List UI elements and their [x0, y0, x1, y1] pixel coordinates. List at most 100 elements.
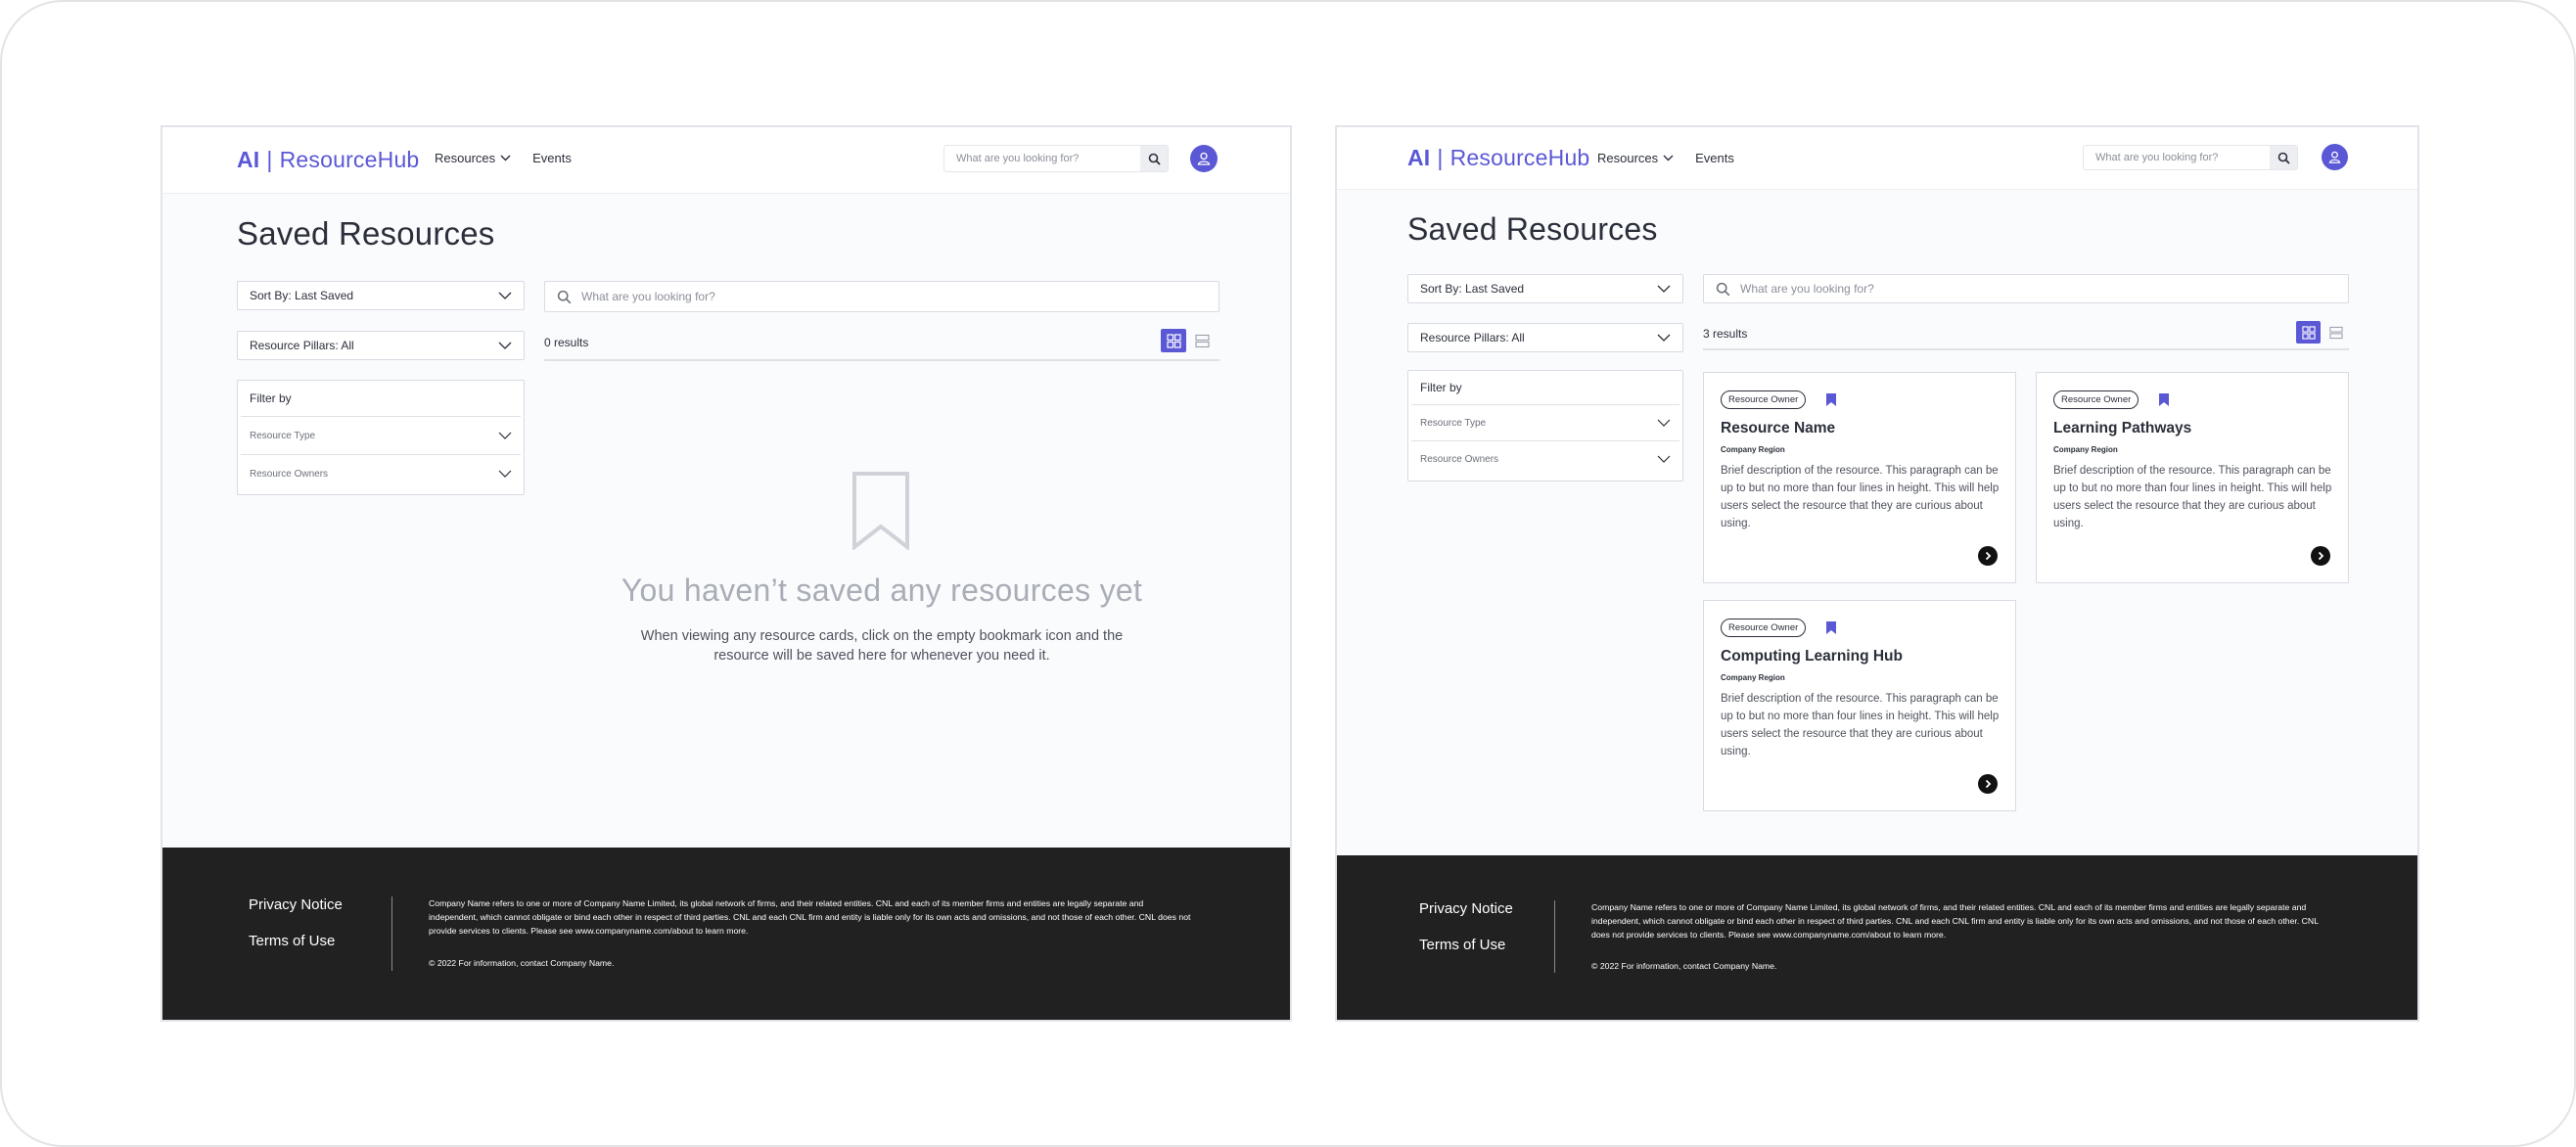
privacy-notice-link[interactable]: Privacy Notice — [1419, 900, 1513, 917]
page-title: Saved Resources — [237, 215, 495, 252]
arrow-right-icon — [1985, 779, 1992, 789]
list-view-button[interactable] — [1190, 329, 1214, 352]
chevron-down-icon — [498, 292, 512, 299]
grid-view-button[interactable] — [2296, 321, 2321, 344]
footer-divider — [1554, 900, 1555, 973]
site-header: AI | ResourceHub Resources Events What a… — [1337, 127, 2417, 190]
chevron-down-icon — [498, 342, 512, 349]
brand-ai: AI — [1407, 145, 1431, 170]
user-icon — [2328, 151, 2341, 163]
filter-heading: Filter by — [250, 391, 292, 405]
pillars-select-value: Resource Pillars: All — [1420, 331, 1525, 344]
arrow-right-icon — [2318, 551, 2324, 561]
header-search[interactable]: What are you looking for? — [2083, 145, 2298, 170]
pillars-select-value: Resource Pillars: All — [250, 339, 354, 352]
resource-card[interactable]: Resource Owner Learning Pathways Company… — [2036, 372, 2349, 583]
bookmark-icon[interactable] — [1826, 393, 1836, 406]
filter-resource-type-label: Resource Type — [250, 430, 316, 441]
bookmark-icon[interactable] — [1826, 621, 1836, 634]
nav-resources[interactable]: Resources — [435, 151, 511, 165]
sort-select[interactable]: Sort By: Last Saved — [237, 281, 525, 310]
chevron-down-icon — [498, 470, 512, 478]
resource-search-input[interactable]: What are you looking for? — [544, 281, 1219, 312]
site-footer: Privacy Notice Terms of Use Company Name… — [1337, 855, 2417, 1020]
header-search-input[interactable]: What are you looking for? — [944, 153, 1140, 164]
view-toggle — [1161, 329, 1214, 352]
resource-name: Resource Name — [1721, 420, 1836, 436]
open-resource-button[interactable] — [2311, 546, 2330, 566]
footer-links: Privacy Notice Terms of Use — [249, 896, 343, 969]
nav-events-label: Events — [532, 151, 572, 165]
footer-legal-text: Company Name refers to one or more of Co… — [429, 898, 1191, 936]
chevron-down-icon — [1657, 455, 1671, 463]
resource-card[interactable]: Resource Owner Resource Name Company Reg… — [1703, 372, 2016, 583]
bookmark-icon[interactable] — [2159, 393, 2169, 406]
site-footer: Privacy Notice Terms of Use Company Name… — [162, 848, 1290, 1020]
filter-resource-owners-label: Resource Owners — [250, 468, 329, 480]
header-search-button[interactable] — [1140, 146, 1168, 171]
arrow-right-icon — [1985, 551, 1992, 561]
terms-of-use-link[interactable]: Terms of Use — [1419, 937, 1513, 953]
footer-copyright: © 2022 For information, contact Company … — [429, 958, 615, 968]
nav-events[interactable]: Events — [532, 151, 572, 165]
resource-owner-badge: Resource Owner — [2053, 390, 2139, 409]
filter-heading: Filter by — [1420, 381, 1462, 394]
chevron-down-icon — [1663, 155, 1674, 161]
brand-logo[interactable]: AI | ResourceHub — [237, 147, 419, 173]
nav-resources[interactable]: Resources — [1597, 151, 1674, 165]
chevron-down-icon — [500, 155, 511, 161]
nav-events-label: Events — [1695, 151, 1734, 165]
sort-select[interactable]: Sort By: Last Saved — [1407, 274, 1683, 303]
brand-separator: | — [266, 147, 273, 172]
results-count: 3 results — [1703, 327, 1748, 341]
list-view-button[interactable] — [2324, 321, 2348, 344]
site-header: AI | ResourceHub Resources Events What a… — [162, 127, 1290, 194]
resource-owner-badge: Resource Owner — [1721, 619, 1807, 637]
filter-resource-owners[interactable]: Resource Owners — [241, 454, 521, 492]
empty-state-heading: You haven’t saved any resources yet — [621, 573, 1143, 608]
saved-resources-populated-screen: AI | ResourceHub Resources Events What a… — [1335, 125, 2419, 1022]
filter-resource-type[interactable]: Resource Type — [1411, 404, 1679, 440]
resource-card[interactable]: Resource Owner Computing Learning Hub Co… — [1703, 600, 2016, 811]
chevron-down-icon — [498, 432, 512, 439]
chevron-down-icon — [1657, 419, 1671, 427]
filter-resource-owners-label: Resource Owners — [1420, 453, 1499, 465]
footer-copyright: © 2022 For information, contact Company … — [1591, 961, 1777, 971]
privacy-notice-link[interactable]: Privacy Notice — [249, 896, 343, 913]
brand-ai: AI — [237, 147, 260, 172]
resource-region: Company Region — [1721, 673, 1785, 682]
brand-logo[interactable]: AI | ResourceHub — [1407, 145, 1589, 171]
resource-region: Company Region — [1721, 445, 1785, 454]
sort-select-value: Sort By: Last Saved — [1420, 282, 1525, 296]
brand-separator: | — [1437, 145, 1444, 170]
results-count: 0 results — [544, 336, 589, 349]
header-search-button[interactable] — [2270, 146, 2297, 169]
resource-owner-badge: Resource Owner — [1721, 390, 1807, 409]
resource-description: Brief description of the resource. This … — [1721, 693, 2000, 757]
header-search[interactable]: What are you looking for? — [943, 145, 1169, 172]
filter-resource-owners[interactable]: Resource Owners — [1411, 440, 1679, 477]
pillars-select[interactable]: Resource Pillars: All — [1407, 323, 1683, 352]
search-icon — [1148, 153, 1161, 165]
resource-search-placeholder: What are you looking for? — [1740, 282, 1874, 296]
resource-search-placeholder: What are you looking for? — [581, 290, 715, 303]
empty-state-message: When viewing any resource cards, click o… — [640, 628, 1124, 664]
user-icon — [1197, 152, 1211, 165]
resource-search-input[interactable]: What are you looking for? — [1703, 274, 2349, 303]
empty-state: You haven’t saved any resources yet When… — [544, 573, 1219, 665]
user-avatar[interactable] — [1190, 145, 1218, 172]
open-resource-button[interactable] — [1978, 546, 1998, 566]
nav-events[interactable]: Events — [1695, 151, 1734, 165]
open-resource-button[interactable] — [1978, 774, 1998, 794]
brand-name: ResourceHub — [1449, 145, 1590, 170]
header-search-input[interactable]: What are you looking for? — [2084, 152, 2270, 163]
resource-description: Brief description of the resource. This … — [1721, 465, 2000, 529]
pillars-select[interactable]: Resource Pillars: All — [237, 331, 525, 360]
terms-of-use-link[interactable]: Terms of Use — [249, 933, 343, 949]
grid-view-button[interactable] — [1161, 329, 1186, 352]
user-avatar[interactable] — [2322, 144, 2348, 170]
filter-resource-type[interactable]: Resource Type — [241, 416, 521, 454]
resource-name: Learning Pathways — [2053, 420, 2192, 436]
results-divider — [1703, 348, 2349, 350]
filter-panel: Filter by Resource Type Resource Owners — [237, 380, 525, 495]
